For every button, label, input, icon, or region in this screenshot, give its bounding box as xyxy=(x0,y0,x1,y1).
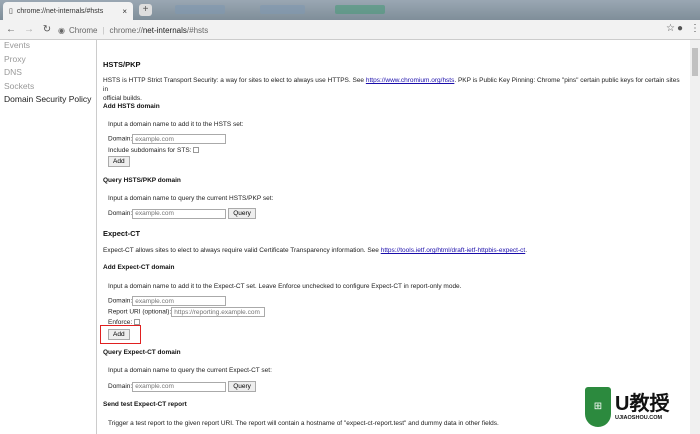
sidebar-item-events[interactable]: Events xyxy=(0,40,96,54)
address-bar[interactable]: ◉ Chrome | chrome://net-internals/#hsts xyxy=(58,22,648,38)
query-hsts-domain-input[interactable] xyxy=(132,208,227,219)
domain-label: Domain: xyxy=(108,383,133,391)
report-uri-row: Report URI (optional): xyxy=(108,307,266,317)
domain-label: Domain: xyxy=(108,210,133,218)
url-prefix: chrome:// xyxy=(109,25,143,35)
desc-text: Expect-CT allows sites to elect to alway… xyxy=(103,247,381,254)
blurred-tab[interactable] xyxy=(175,5,225,14)
include-subdomains-label: Include subdomains for STS: xyxy=(108,147,192,154)
main-content: HSTS/PKP HSTS is HTTP Strict Transport S… xyxy=(97,40,690,434)
query-expect-ct-domain-input[interactable] xyxy=(132,381,227,392)
add-hsts-domain-input[interactable] xyxy=(132,134,227,144)
add-expect-ct-domain-row: Domain: xyxy=(108,296,227,306)
send-test-report-instructions: Trigger a test report to the given repor… xyxy=(108,420,499,427)
bookmark-star-icon[interactable]: ☆ xyxy=(666,23,675,34)
scrollbar-thumb[interactable] xyxy=(692,48,698,76)
new-tab-button[interactable]: + xyxy=(139,4,152,16)
add-hsts-domain-row: Domain: xyxy=(108,134,227,144)
watermark-brand: U教授 xyxy=(615,393,670,415)
hsts-heading: HSTS/PKP xyxy=(103,60,141,69)
query-expect-ct-button[interactable]: Query xyxy=(228,381,256,392)
add-hsts-heading: Add HSTS domain xyxy=(103,103,160,110)
desc-text: HSTS is HTTP Strict Transport Security: … xyxy=(103,77,366,84)
report-uri-input[interactable] xyxy=(171,307,266,317)
omnibox-label: Chrome xyxy=(68,25,98,35)
report-uri-label: Report URI (optional): xyxy=(108,308,172,316)
profile-icon[interactable]: ● xyxy=(677,23,683,34)
tab-bar: ▯ chrome://net-internals/#hsts × + xyxy=(0,0,700,20)
close-tab-icon[interactable]: × xyxy=(122,7,127,16)
toolbar: ← → ↻ ◉ Chrome | chrome://net-internals /… xyxy=(0,20,700,40)
sidebar-item-domain-security-policy[interactable]: Domain Security Policy xyxy=(0,94,96,108)
send-test-report-heading: Send test Expect-CT report xyxy=(103,401,187,408)
back-icon[interactable]: ← xyxy=(4,24,18,35)
query-expect-ct-domain-row: Domain: Query xyxy=(108,381,256,392)
hsts-description: HSTS is HTTP Strict Transport Security: … xyxy=(103,76,683,103)
chrome-secure-icon: ◉ xyxy=(58,25,65,35)
add-hsts-button[interactable]: Add xyxy=(108,156,130,167)
expect-ct-link[interactable]: https://tools.ietf.org/html/draft-ietf-h… xyxy=(381,247,526,254)
add-expect-ct-domain-input[interactable] xyxy=(132,296,227,306)
shield-windows-icon: ⊞ xyxy=(585,387,611,427)
blurred-tab[interactable] xyxy=(260,5,305,14)
tab-net-internals[interactable]: ▯ chrome://net-internals/#hsts × xyxy=(3,2,133,20)
query-hsts-domain-row: Domain: Query xyxy=(108,208,256,219)
include-subdomains-row: Include subdomains for STS: xyxy=(108,147,200,154)
include-subdomains-checkbox[interactable] xyxy=(193,147,200,154)
query-hsts-button[interactable]: Query xyxy=(228,208,256,219)
add-expect-ct-button[interactable]: Add xyxy=(108,329,130,340)
sidebar-item-sockets[interactable]: Sockets xyxy=(0,81,96,95)
query-hsts-instructions: Input a domain name to query the current… xyxy=(108,195,274,202)
chromium-hsts-link[interactable]: https://www.chromium.org/hsts xyxy=(366,77,455,84)
expect-ct-description: Expect-CT allows sites to elect to alway… xyxy=(103,246,683,255)
sidebar-item-proxy[interactable]: Proxy xyxy=(0,54,96,68)
domain-label: Domain: xyxy=(108,135,133,143)
add-expect-ct-heading: Add Expect-CT domain xyxy=(103,264,175,271)
query-hsts-heading: Query HSTS/PKP domain xyxy=(103,177,181,184)
forward-icon[interactable]: → xyxy=(22,24,36,35)
query-expect-ct-heading: Query Expect-CT domain xyxy=(103,349,181,356)
url-host: net-internals xyxy=(142,25,187,35)
vertical-scrollbar[interactable] xyxy=(690,40,700,434)
sidebar-item-dns[interactable]: DNS xyxy=(0,67,96,81)
watermark-logo: ⊞ U教授 UJIAOSHOU.COM xyxy=(585,382,690,432)
url-hash: /#hsts xyxy=(186,25,209,35)
add-hsts-instructions: Input a domain name to add it to the HST… xyxy=(108,121,244,128)
expect-ct-heading: Expect-CT xyxy=(103,229,141,238)
page-icon: ▯ xyxy=(9,8,13,15)
domain-label: Domain: xyxy=(108,297,133,305)
watermark-site: UJIAOSHOU.COM xyxy=(615,415,663,421)
query-expect-ct-instructions: Input a domain name to query the current… xyxy=(108,367,272,374)
reload-icon[interactable]: ↻ xyxy=(40,24,54,35)
add-expect-ct-instructions: Input a domain name to add it to the Exp… xyxy=(108,283,462,290)
sidebar: Events Proxy DNS Sockets Domain Security… xyxy=(0,40,97,434)
desc-text: . xyxy=(525,247,528,254)
blurred-tab[interactable] xyxy=(335,5,385,14)
tab-title: chrome://net-internals/#hsts xyxy=(16,7,104,15)
menu-icon[interactable]: ⋮ xyxy=(690,23,700,34)
hsts-description-line2: official builds. xyxy=(103,95,142,102)
